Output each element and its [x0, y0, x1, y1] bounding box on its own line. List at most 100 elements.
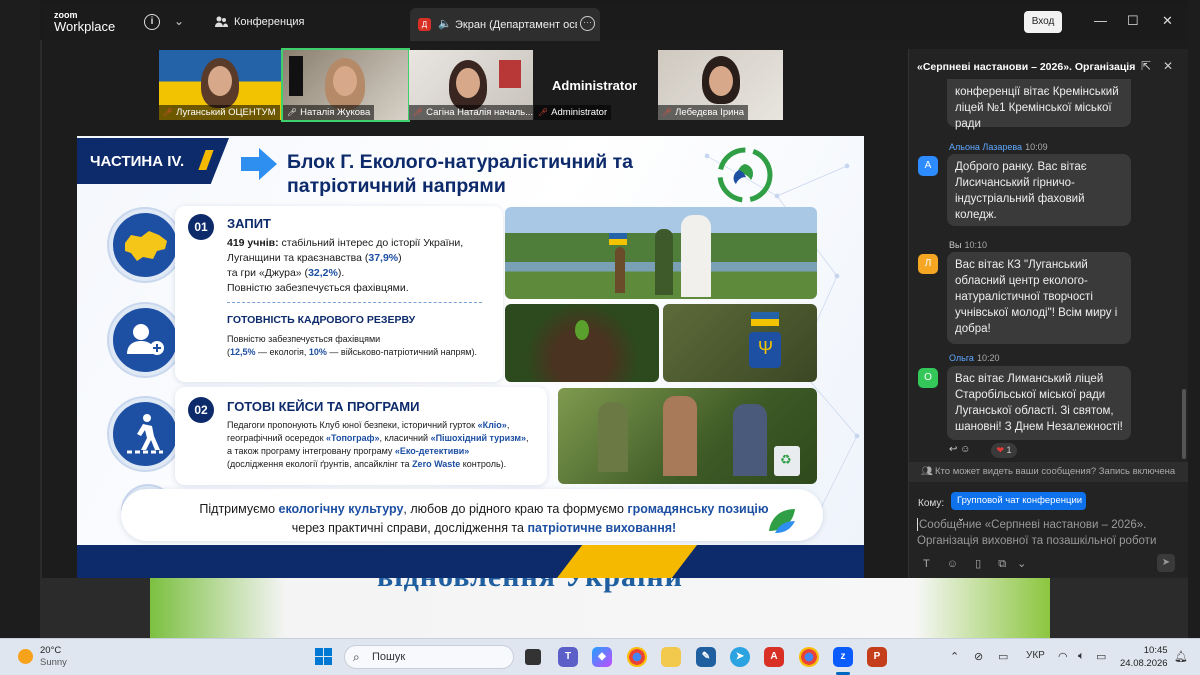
participant-name-text: Сагіна Наталія началь...	[426, 107, 533, 118]
section-2-heading: ГОТОВІ КЕЙСИ ТА ПРОГРАМИ	[227, 399, 420, 414]
participant-video[interactable]: 🎤︎ Сагіна Наталія началь...	[409, 50, 533, 120]
chat-visibility-info[interactable]: 👥︎ Кто может видеть ваши сообщения? Запис…	[909, 462, 1188, 482]
task-view-icon[interactable]	[525, 649, 541, 665]
zoom-logo: zoom Workplace	[54, 11, 115, 34]
telegram-icon[interactable]: ➤	[730, 647, 750, 667]
notification-icon[interactable]: 🔔︎	[1174, 650, 1188, 663]
avatar: О	[918, 368, 938, 388]
teams-icon[interactable]: T	[558, 647, 578, 667]
ukraine-map-icon	[109, 209, 181, 281]
share-badge: Д	[418, 18, 431, 31]
weather-sun-icon[interactable]	[18, 649, 33, 664]
copilot-icon[interactable]: ◆	[592, 647, 612, 667]
leaves-icon	[769, 509, 795, 533]
s1-pct2: 32,2%	[308, 267, 338, 279]
popout-icon[interactable]: ⇱	[1141, 59, 1151, 73]
language-indicator[interactable]: УКР	[1026, 650, 1045, 661]
footer-d: громадянську позицію	[627, 502, 769, 516]
participants-icon	[215, 16, 228, 27]
weather-widget[interactable]: 20°C Sunny	[40, 645, 67, 669]
sprout-leaf	[575, 320, 589, 340]
flag-patch	[751, 312, 779, 326]
emoji-icon[interactable]: ☺	[947, 558, 958, 570]
chrome-icon[interactable]	[627, 647, 647, 667]
minimize-icon[interactable]: —	[1094, 13, 1107, 28]
chat-time: 10:10	[964, 240, 988, 250]
slide-part-label: ЧАСТИНА IV.	[90, 153, 185, 170]
mic-muted-icon: 🎤︎	[662, 108, 673, 117]
send-button[interactable]: ➤	[1157, 554, 1175, 572]
chat-input[interactable]: Сообщение «Серпневі настанови – 2026». О…	[917, 517, 1179, 549]
volume-icon[interactable]: 🔈︎	[1078, 650, 1085, 663]
participant-face	[709, 66, 733, 96]
search-placeholder: Пошук	[372, 651, 406, 663]
reaction-count: 1	[1006, 445, 1012, 455]
screenshot-icon[interactable]: ⧉	[998, 558, 1006, 570]
battery-icon[interactable]: ▭	[1096, 650, 1106, 663]
recycle-bin: ♻	[774, 446, 800, 476]
network-off-icon[interactable]: ⊘	[974, 650, 983, 663]
chat-input-placeholder: Сообщение «Серпневі настанови – 2026». О…	[917, 519, 1157, 547]
background-object	[499, 60, 521, 88]
system-clock[interactable]: 10:45 24.08.2026	[1120, 644, 1168, 670]
participant-big-name: Administrator	[552, 78, 638, 93]
pedestrian-icon	[109, 398, 181, 470]
s2-l2a: географічний осередок	[227, 433, 327, 443]
chat-message: Вас вітає КЗ "Луганський обласний центр …	[947, 252, 1131, 344]
participant-video[interactable]: 🎤︎ Луганський ОЦЕНТУМ	[159, 50, 282, 120]
chat-author: Вы	[949, 240, 962, 250]
more-options-icon[interactable]: ⌄	[1017, 558, 1026, 570]
chrome-profile-icon[interactable]	[799, 647, 819, 667]
wifi-icon[interactable]: ◠	[1058, 650, 1068, 663]
participant-face	[333, 66, 357, 96]
footer-a: Підтримуємо	[199, 502, 279, 516]
s2-k1: «Кліо»	[477, 420, 507, 430]
reply-icon[interactable]: ↩ ☺	[949, 444, 970, 455]
info-icon[interactable]: i	[144, 14, 160, 30]
participant-video[interactable]: Administrator 🎤︎ Administrator	[534, 50, 658, 120]
file-explorer-icon[interactable]	[661, 647, 681, 667]
maximize-icon[interactable]: ☐	[1127, 13, 1139, 29]
meeting-label[interactable]: Конференция	[234, 16, 304, 28]
sprout-photo	[505, 304, 659, 382]
chat-close-icon[interactable]: ✕	[1163, 59, 1173, 73]
text-cursor	[917, 518, 918, 532]
chat-recipient-select[interactable]: Групповой чат конференции ⌄	[951, 492, 1086, 524]
students-count: 419 учнів:	[227, 237, 279, 249]
ukraine-flag	[609, 233, 627, 245]
taskbar-search[interactable]: ⌕ Пошук	[344, 645, 514, 669]
zoom-window: zoom Workplace i ⌄ Конференция Д 🔈 Экран…	[42, 5, 1188, 578]
footer-b: екологічну культуру	[278, 502, 404, 516]
s2-l4a: (дослідження екології ґрунтів, апсайклін…	[227, 459, 413, 469]
file-icon[interactable]: ▯	[975, 558, 981, 570]
participant-video-active[interactable]: 🎤︎ Наталія Жукова	[281, 48, 410, 122]
powerpoint-icon[interactable]: P	[867, 647, 887, 667]
participant-name-text: Луганський ОЦЕНТУМ	[176, 107, 276, 118]
footer-f: патріотичне виховання!	[527, 521, 677, 535]
zoom-taskbar-icon[interactable]: z	[833, 647, 853, 667]
participant-name-text: Administrator	[551, 107, 608, 118]
s2-k2: «Топограф»	[326, 433, 380, 443]
close-icon[interactable]: ✕	[1162, 13, 1173, 29]
more-icon[interactable]: ···	[580, 16, 595, 31]
chat-to-label: Кому:	[918, 498, 945, 509]
section-divider	[227, 302, 482, 303]
chat-scrollbar[interactable]	[1182, 389, 1186, 459]
share-tab[interactable]: Д 🔈 Экран (Департамент освіти ···	[410, 8, 600, 41]
reaction-heart[interactable]: ❤ 1	[991, 443, 1017, 458]
participant-name: 🎤︎ Луганський ОЦЕНТУМ	[159, 105, 280, 120]
chevron-down-icon[interactable]: ⌄	[174, 14, 184, 28]
format-text-icon[interactable]: T	[923, 558, 930, 570]
windows-start-icon[interactable]	[315, 648, 332, 665]
slide-footer-text: Підтримуємо екологічну культуру, любов д…	[189, 500, 779, 538]
meet-now-icon[interactable]: ▭	[998, 650, 1008, 663]
tray-chevron-icon[interactable]: ⌃	[950, 650, 959, 663]
arrow-right-icon	[241, 148, 277, 180]
photo-person	[615, 247, 625, 293]
participant-video[interactable]: 🎤︎ Лебедєва Ірина	[658, 50, 783, 120]
login-button[interactable]: Вход	[1024, 11, 1062, 33]
pdf-reader-icon[interactable]: A	[764, 647, 784, 667]
s2-k3: «Пішохідний туризм»	[430, 433, 527, 443]
ukraine-map-shape	[125, 231, 167, 261]
snipping-icon[interactable]: ✎	[696, 647, 716, 667]
